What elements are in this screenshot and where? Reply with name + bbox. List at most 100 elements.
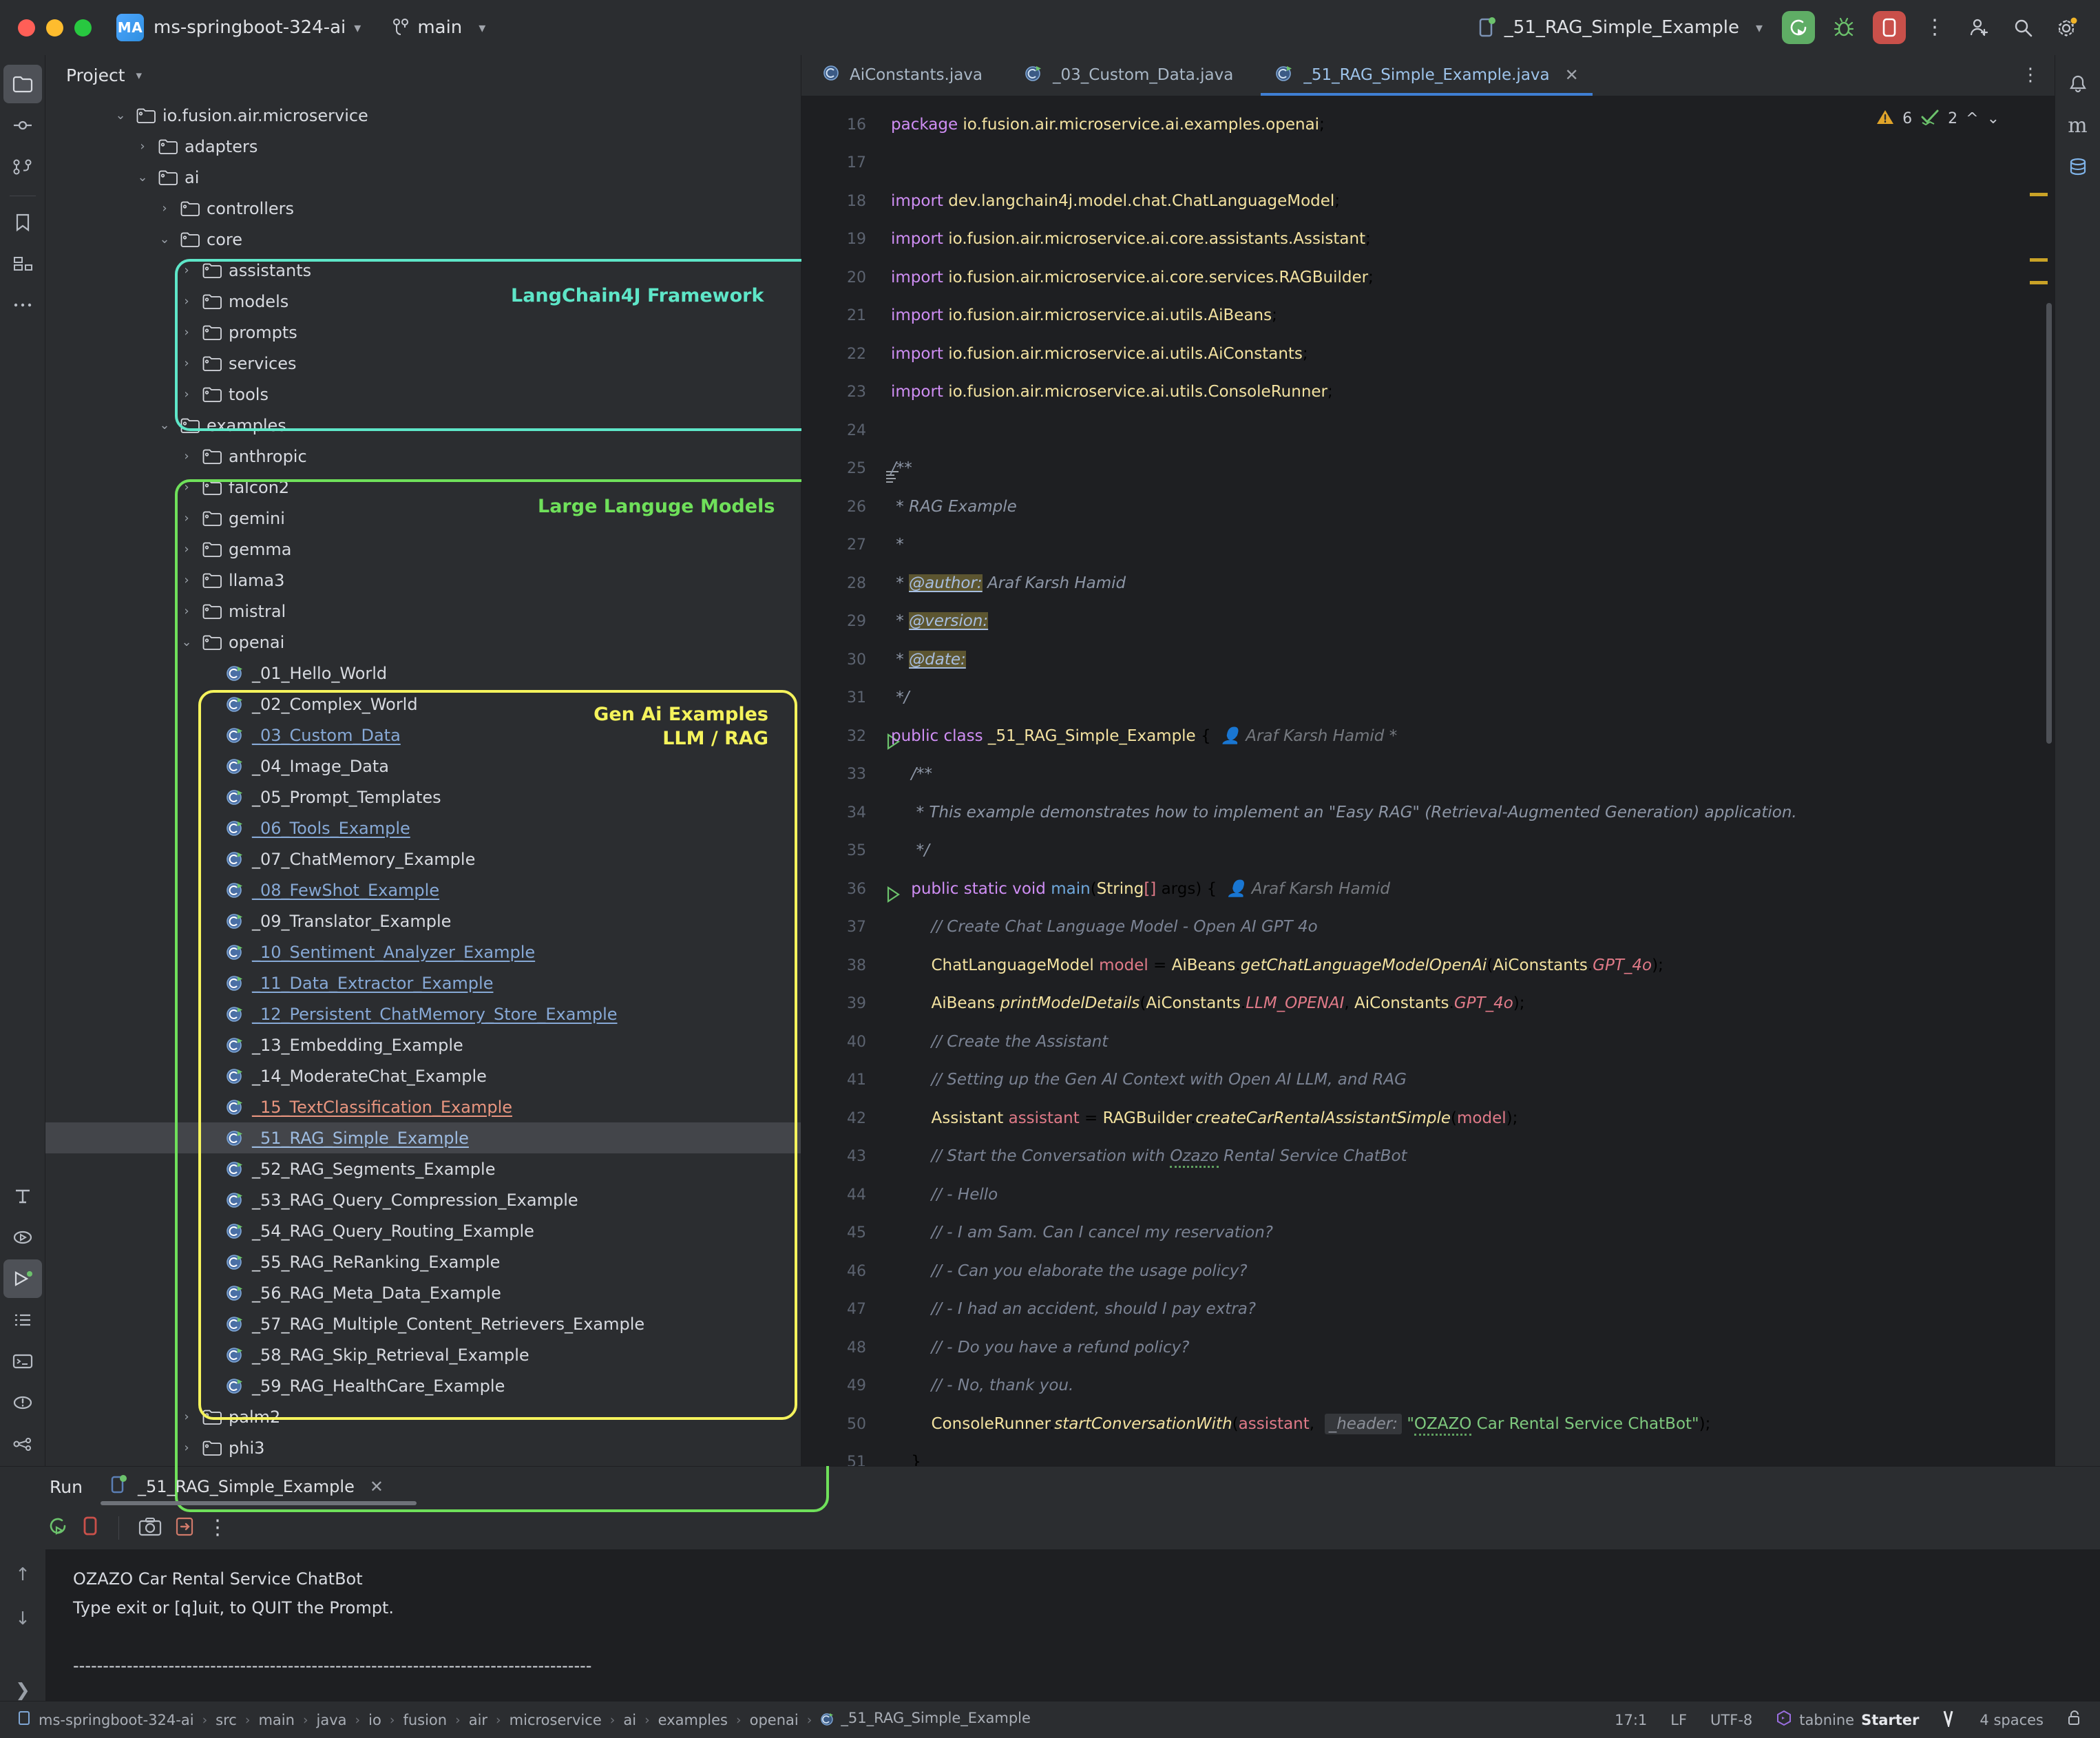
inspection-widget[interactable]: 6 2 ^ ⌄	[1876, 109, 1999, 129]
gutter-line-33[interactable]: 33	[801, 755, 877, 794]
code-line-38[interactable]: ChatLanguageModel model = AiBeans.getCha…	[877, 947, 2015, 985]
scroll-down-icon[interactable]: ↓	[15, 1609, 30, 1629]
code-line-37[interactable]: // Create Chat Language Model - Open AI …	[877, 908, 2015, 947]
tree-file-_08_fewshot_example[interactable]: _08_FewShot_Example	[45, 875, 801, 905]
gutter-line-43[interactable]: 43	[801, 1138, 877, 1176]
maven-icon[interactable]: m	[2059, 106, 2097, 145]
editor-tab-_51_rag_simple_example-java[interactable]: _51_RAG_Simple_Example.java✕	[1254, 55, 1599, 96]
code-line-25[interactable]: /**	[877, 450, 2015, 488]
rail-structure-button[interactable]	[3, 244, 42, 283]
chevron-down-icon[interactable]: ⌄	[112, 108, 129, 123]
search-icon[interactable]	[2008, 12, 2038, 43]
gutter-line-32[interactable]: 32	[801, 718, 877, 756]
code-line-32[interactable]: public class _51_RAG_Simple_Example { 👤 …	[877, 718, 2015, 756]
tree-folder-gemini[interactable]: ›gemini	[45, 503, 801, 534]
tree-folder-examples[interactable]: ⌄examples	[45, 410, 801, 441]
code-line-46[interactable]: // - Can you elaborate the usage policy?	[877, 1253, 2015, 1291]
run-button[interactable]	[1782, 11, 1815, 44]
tree-folder-phi3[interactable]: ›phi3	[45, 1432, 801, 1463]
editor-gutter[interactable]: 1617181920212223242526272829303132333435…	[801, 96, 877, 1466]
code-line-49[interactable]: // - No, thank you.	[877, 1367, 2015, 1405]
maximize-window-button[interactable]	[74, 19, 92, 36]
code-line-43[interactable]: // Start the Conversation with Ozazo Ren…	[877, 1138, 2015, 1176]
code-line-50[interactable]: ConsoleRunner.startConversationWith(assi…	[877, 1405, 2015, 1444]
gutter-line-45[interactable]: 45	[801, 1214, 877, 1253]
gutter-line-18[interactable]: 18	[801, 182, 877, 221]
chevron-right-icon[interactable]: ›	[178, 449, 196, 463]
code-line-45[interactable]: // - I am Sam. Can I cancel my reservati…	[877, 1214, 2015, 1253]
breadcrumb-item[interactable]: ai	[623, 1712, 636, 1728]
gutter-line-17[interactable]: 17	[801, 144, 877, 182]
indent-setting[interactable]: 4 spaces	[1980, 1712, 2044, 1728]
code-line-34[interactable]: * This example demonstrates how to imple…	[877, 794, 2015, 833]
more-options-icon[interactable]: ⋮	[207, 1522, 228, 1534]
breadcrumb-item[interactable]: air	[469, 1712, 487, 1728]
camera-icon[interactable]	[138, 1516, 162, 1540]
tree-folder-gemma[interactable]: ›gemma	[45, 534, 801, 565]
rail-pull-requests-button[interactable]	[3, 147, 42, 186]
chevron-right-icon[interactable]: ›	[178, 1441, 196, 1455]
gutter-line-21[interactable]: 21	[801, 297, 877, 335]
gutter-line-37[interactable]: 37	[801, 908, 877, 947]
tree-folder-io.fusion.air.microservice[interactable]: ⌄io.fusion.air.microservice	[45, 100, 801, 131]
code-line-51[interactable]: }	[877, 1443, 2015, 1466]
tree-folder-services[interactable]: ›services	[45, 348, 801, 379]
notifications-icon[interactable]	[2059, 65, 2097, 103]
chevron-right-icon[interactable]: ›	[178, 1410, 196, 1424]
tree-folder-models[interactable]: ›models	[45, 286, 801, 317]
code-line-40[interactable]: // Create the Assistant	[877, 1023, 2015, 1062]
gutter-line-28[interactable]: 28	[801, 565, 877, 603]
rail-dependencies-button[interactable]	[3, 1425, 42, 1463]
marker-stripe[interactable]	[2030, 193, 2048, 196]
rerun-icon[interactable]	[45, 1515, 69, 1541]
breadcrumb-item[interactable]: fusion	[403, 1712, 447, 1728]
gutter-line-51[interactable]: 51	[801, 1443, 877, 1466]
gutter-line-44[interactable]: 44	[801, 1176, 877, 1215]
breadcrumb-item[interactable]: microservice	[510, 1712, 602, 1728]
breadcrumb-item[interactable]: openai	[750, 1712, 799, 1728]
chevron-right-icon[interactable]: ›	[134, 139, 151, 154]
chevron-right-icon[interactable]: ›	[178, 480, 196, 494]
code-line-35[interactable]: */	[877, 832, 2015, 870]
gutter-line-47[interactable]: 47	[801, 1290, 877, 1329]
tree-folder-prompts[interactable]: ›prompts	[45, 317, 801, 348]
gutter-line-30[interactable]: 30	[801, 641, 877, 680]
tree-folder-controllers[interactable]: ›controllers	[45, 193, 801, 224]
tree-file-_53_rag_query_compression_example[interactable]: _53_RAG_Query_Compression_Example	[45, 1184, 801, 1215]
gutter-line-25[interactable]: 25	[801, 450, 877, 488]
tree-folder-llama3[interactable]: ›llama3	[45, 565, 801, 596]
chevron-right-icon[interactable]: ›	[178, 511, 196, 525]
debug-button[interactable]	[1829, 12, 1859, 43]
code-line-29[interactable]: * @version:	[877, 603, 2015, 641]
code-line-39[interactable]: AiBeans.printModelDetails(AiConstants.LL…	[877, 985, 2015, 1023]
gutter-line-46[interactable]: 46	[801, 1253, 877, 1291]
code-line-16[interactable]: package io.fusion.air.microservice.ai.ex…	[877, 106, 2015, 145]
gutter-line-23[interactable]: 23	[801, 373, 877, 412]
chevron-right-icon[interactable]: ›	[178, 604, 196, 618]
gutter-line-41[interactable]: 41	[801, 1061, 877, 1100]
add-user-icon[interactable]	[1964, 12, 1994, 43]
tree-file-_56_rag_meta_data_example[interactable]: _56_RAG_Meta_Data_Example	[45, 1277, 801, 1308]
rail-commit-button[interactable]	[3, 106, 42, 145]
soft-wrap-icon[interactable]: ❯	[15, 1680, 30, 1701]
chevron-right-icon[interactable]: ›	[178, 573, 196, 587]
breadcrumb[interactable]: ms-springboot-324-ai›src›main›java›io›fu…	[39, 1710, 1031, 1730]
tree-file-_15_textclassification_example[interactable]: _15_TextClassification_Example	[45, 1091, 801, 1122]
chevron-down-icon[interactable]: ▾	[136, 69, 143, 83]
code-line-17[interactable]	[877, 144, 2015, 182]
code-line-33[interactable]: /**	[877, 755, 2015, 794]
tree-file-_58_rag_skip_retrieval_example[interactable]: _58_RAG_Skip_Retrieval_Example	[45, 1339, 801, 1370]
close-icon[interactable]: ✕	[1565, 65, 1579, 85]
code-line-48[interactable]: // - Do you have a refund policy?	[877, 1329, 2015, 1368]
stop-icon[interactable]	[81, 1515, 99, 1541]
breadcrumb-item[interactable]: io	[368, 1712, 381, 1728]
chevron-down-icon[interactable]: ⌄	[156, 232, 174, 247]
tree-file-_04_image_data[interactable]: _04_Image_Data	[45, 751, 801, 782]
gutter-line-24[interactable]: 24	[801, 412, 877, 450]
rail-bookmarks-button[interactable]	[3, 203, 42, 242]
chevron-down-icon[interactable]: ⌄	[178, 635, 196, 649]
tree-file-_52_rag_segments_example[interactable]: _52_RAG_Segments_Example	[45, 1153, 801, 1184]
gutter-line-16[interactable]: 16	[801, 106, 877, 145]
editor-code[interactable]: package io.fusion.air.microservice.ai.ex…	[877, 96, 2015, 1466]
editor-scrollbar[interactable]	[2046, 303, 2052, 744]
